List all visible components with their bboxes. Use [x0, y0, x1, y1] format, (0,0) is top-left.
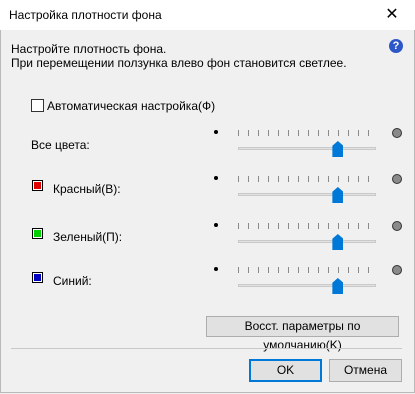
instruction-line-2: При перемещении ползунка влево фон стано… — [11, 56, 347, 70]
restore-defaults-button[interactable]: Восст. параметры по умолчанию(K) — [206, 316, 399, 352]
red-swatch — [32, 180, 43, 191]
all-colors-slider[interactable] — [238, 130, 376, 160]
help-icon[interactable]: ? — [389, 39, 403, 53]
auto-setting-label: Автоматическая настройка(Ф) — [47, 98, 216, 113]
darker-dot-icon — [392, 128, 402, 138]
darker-dot-icon — [392, 174, 402, 184]
slider-thumb[interactable] — [332, 141, 344, 157]
green-swatch-fill — [34, 230, 41, 237]
slider-thumb[interactable] — [332, 187, 344, 203]
slider-thumb[interactable] — [332, 234, 344, 250]
green-slider[interactable] — [238, 223, 376, 253]
lighter-dot-icon — [214, 176, 218, 180]
blue-swatch — [32, 272, 43, 283]
slider-ticks — [238, 223, 376, 229]
cancel-button[interactable]: Отмена — [329, 359, 402, 382]
slider-track[interactable] — [238, 147, 376, 150]
slider-track[interactable] — [238, 193, 376, 196]
separator — [11, 348, 402, 349]
ok-button[interactable]: OK — [249, 359, 322, 382]
red-slider[interactable] — [238, 176, 376, 206]
slider-ticks — [238, 176, 376, 182]
title-bar: Настройка плотности фона ✕ — [0, 0, 415, 30]
all-colors-label: Все цвета: — [31, 138, 90, 152]
lighter-dot-icon — [214, 223, 218, 227]
blue-slider[interactable] — [238, 267, 376, 297]
instruction-line-1: Настройте плотность фона. — [11, 42, 167, 56]
darker-dot-icon — [392, 221, 402, 231]
window-title: Настройка плотности фона — [9, 8, 162, 22]
green-label: Зеленый(П): — [53, 230, 123, 244]
slider-ticks — [238, 267, 376, 273]
slider-thumb[interactable] — [332, 278, 344, 294]
dialog-body — [0, 30, 415, 393]
slider-track[interactable] — [238, 284, 376, 287]
red-swatch-fill — [34, 182, 41, 189]
close-icon[interactable]: ✕ — [369, 0, 415, 30]
auto-setting-checkbox[interactable]: Автоматическая настройка(Ф) — [31, 98, 215, 113]
green-swatch — [32, 228, 43, 239]
red-label: Красный(В): — [53, 182, 121, 196]
darker-dot-icon — [392, 265, 402, 275]
blue-label: Синий: — [53, 274, 92, 288]
slider-ticks — [238, 130, 376, 136]
slider-track[interactable] — [238, 240, 376, 243]
lighter-dot-icon — [214, 130, 218, 134]
lighter-dot-icon — [214, 267, 218, 271]
checkbox-box[interactable] — [31, 99, 44, 113]
blue-swatch-fill — [34, 274, 41, 281]
